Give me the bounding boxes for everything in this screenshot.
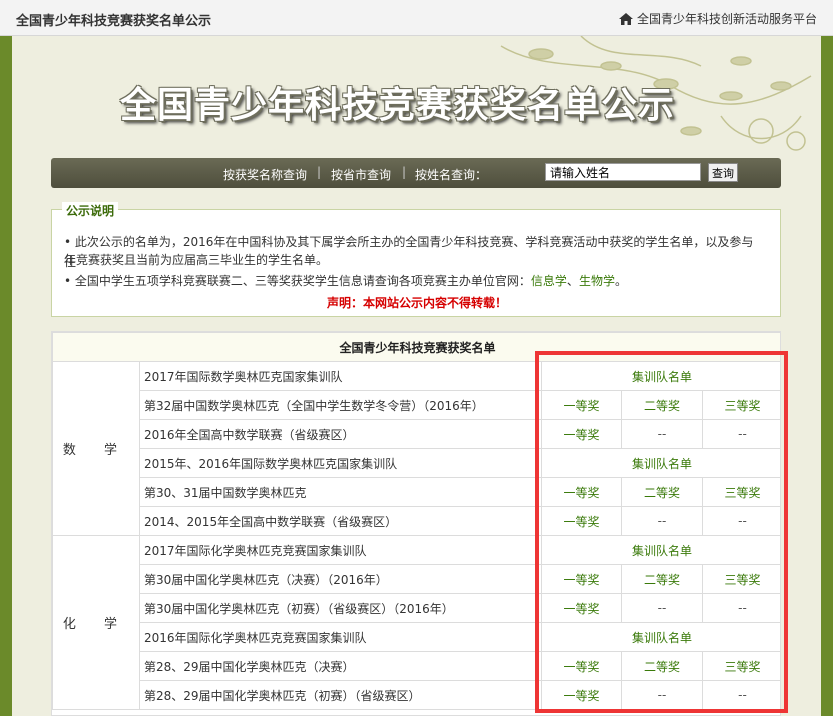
table-row: 2014、2015年全国高中数学联赛（省级赛区） 一等奖 -- -- bbox=[53, 506, 780, 536]
award-table: 全国青少年科技竞赛获奖名单 数 学 2017年国际数学奥林匹克国家集训队 集训队名单… bbox=[52, 332, 780, 710]
first-prize-link[interactable]: 一等奖 bbox=[541, 419, 622, 449]
search-by-award-link[interactable]: 按获奖名称查询 bbox=[223, 166, 307, 183]
table-header-row: 全国青少年科技竞赛获奖名单 bbox=[52, 332, 780, 362]
home-link-label: 全国青少年科技创新活动服务平台 bbox=[636, 12, 817, 26]
second-prize-link[interactable]: 二等奖 bbox=[621, 564, 703, 594]
top-bar: 全国青少年科技竞赛获奖名单公示 全国青少年科技创新活动服务平台 bbox=[0, 0, 833, 36]
empty-award-cell: -- bbox=[701, 506, 780, 536]
team-list-link[interactable]: 集训队名单 bbox=[540, 622, 780, 652]
second-prize-link[interactable]: 二等奖 bbox=[621, 390, 703, 420]
declaration-text: 声明：本网站公示内容不得转载！ bbox=[326, 296, 507, 310]
competition-name: 2016年国际化学奥林匹克竞赛国家集训队 bbox=[139, 622, 542, 652]
frame-right bbox=[821, 36, 833, 716]
empty-award-cell: -- bbox=[621, 593, 703, 623]
notice-comma: 、 bbox=[566, 274, 579, 288]
first-prize-link[interactable]: 一等奖 bbox=[541, 477, 622, 507]
first-prize-link[interactable]: 一等奖 bbox=[541, 390, 622, 420]
table-row: 数 学 2017年国际数学奥林匹克国家集训队 集训队名单 bbox=[52, 361, 780, 536]
competition-name: 第30、31届中国数学奥林匹克 bbox=[139, 477, 542, 507]
competition-name: 2017年国际化学奥林匹克竞赛国家集训队 bbox=[139, 535, 542, 565]
table-row: 第32届中国数学奥林匹克（全国中学生数学冬令营）（2016年） 一等奖 二等奖 三等奖 bbox=[53, 390, 780, 420]
team-list-link[interactable]: 集训队名单 bbox=[540, 535, 780, 565]
competition-name: 2016年全国高中数学联赛（省级赛区） bbox=[139, 419, 542, 449]
first-prize-link[interactable]: 一等奖 bbox=[541, 651, 622, 681]
subject-cell: 数 学 bbox=[52, 361, 140, 536]
empty-award-cell: -- bbox=[701, 419, 780, 449]
competition-name: 第28、29届中国化学奥林匹克（决赛） bbox=[139, 651, 542, 681]
table-row: 第28、29届中国化学奥林匹克（初赛）（省级赛区） 一等奖 -- -- bbox=[53, 680, 780, 710]
notice-line-2: • 全国中学生五项学科竞赛联赛二、三等奖获奖学生信息请查询各项竞赛主办单位官网：… bbox=[64, 271, 764, 291]
competition-name: 2017年国际数学奥林匹克国家集训队 bbox=[139, 361, 542, 391]
search-separator: | bbox=[402, 165, 407, 179]
table-header: 全国青少年科技竞赛获奖名单 bbox=[52, 332, 780, 362]
second-prize-link[interactable]: 二等奖 bbox=[621, 651, 703, 681]
team-list-link[interactable]: 集训队名单 bbox=[540, 448, 780, 478]
table-row: 第30、31届中国数学奥林匹克 一等奖 二等奖 三等奖 bbox=[53, 477, 780, 507]
subject-cell: 化 学 bbox=[52, 535, 140, 710]
first-prize-link[interactable]: 一等奖 bbox=[541, 506, 622, 536]
table-row: 第28、29届中国化学奥林匹克（决赛） 一等奖 二等奖 三等奖 bbox=[53, 651, 780, 681]
third-prize-link[interactable]: 三等奖 bbox=[701, 390, 780, 420]
competition-name: 2015年、2016年国际数学奥林匹克国家集训队 bbox=[139, 448, 542, 478]
notice-period: 。 bbox=[614, 274, 627, 288]
search-by-province-link[interactable]: 按省市查询 bbox=[331, 166, 391, 183]
empty-award-cell: -- bbox=[621, 419, 703, 449]
notice-line-2-text: • 全国中学生五项学科竞赛联赛二、三等奖获奖学生信息请查询各项竞赛主办单位官网： bbox=[64, 274, 531, 288]
search-separator: | bbox=[317, 165, 322, 179]
home-link[interactable]: 全国青少年科技创新活动服务平台 bbox=[618, 10, 817, 27]
notice-line-1-cont: 年竞赛获奖且当前为应届高三毕业生的学生名单。 bbox=[64, 253, 329, 267]
award-table-container: 全国青少年科技竞赛获奖名单 数 学 2017年国际数学奥林匹克国家集训队 集训队名单… bbox=[51, 331, 781, 716]
notice-box: 公示说明 • 此次公示的名单为，2016年在中国科协及其下属学会所主办的全国青少… bbox=[51, 202, 781, 317]
table-row: 2016年国际化学奥林匹克竞赛国家集训队 集训队名单 bbox=[53, 622, 780, 652]
team-list-link[interactable]: 集训队名单 bbox=[540, 361, 780, 391]
third-prize-link[interactable]: 三等奖 bbox=[701, 651, 780, 681]
table-row: 2015年、2016年国际数学奥林匹克国家集训队 集训队名单 bbox=[53, 448, 780, 478]
site-title: 全国青少年科技竞赛获奖名单公示 bbox=[16, 14, 212, 29]
biology-link[interactable]: 生物学 bbox=[579, 274, 615, 288]
first-prize-link[interactable]: 一等奖 bbox=[541, 680, 622, 710]
frame-left bbox=[0, 36, 12, 716]
notice-title: 公示说明 bbox=[62, 202, 119, 219]
search-bar: 按获奖名称查询 | 按省市查询 | 按姓名查询： 查询 bbox=[51, 158, 781, 188]
first-prize-link[interactable]: 一等奖 bbox=[541, 564, 622, 594]
second-prize-link[interactable]: 二等奖 bbox=[621, 477, 703, 507]
empty-award-cell: -- bbox=[701, 593, 780, 623]
table-row: 化 学 2017年国际化学奥林匹克竞赛国家集训队 集训队名单 bbox=[52, 535, 780, 710]
name-search-input[interactable] bbox=[545, 163, 701, 181]
table-row: 2016年全国高中数学联赛（省级赛区） 一等奖 -- -- bbox=[53, 419, 780, 449]
competition-name: 第28、29届中国化学奥林匹克（初赛）（省级赛区） bbox=[139, 680, 542, 710]
table-row: 第30届中国化学奥林匹克（决赛）（2016年） 一等奖 二等奖 三等奖 bbox=[53, 564, 780, 594]
competition-name: 第30届中国化学奥林匹克（初赛）（省级赛区）（2016年） bbox=[139, 593, 542, 623]
search-by-name-label: 按姓名查询： bbox=[415, 168, 488, 182]
first-prize-link[interactable]: 一等奖 bbox=[541, 593, 622, 623]
home-icon bbox=[618, 12, 633, 25]
empty-award-cell: -- bbox=[621, 680, 703, 710]
competition-name: 第30届中国化学奥林匹克（决赛）（2016年） bbox=[139, 564, 542, 594]
third-prize-link[interactable]: 三等奖 bbox=[701, 564, 780, 594]
competition-name: 第32届中国数学奥林匹克（全国中学生数学冬令营）（2016年） bbox=[139, 390, 542, 420]
competition-name: 2014、2015年全国高中数学联赛（省级赛区） bbox=[139, 506, 542, 536]
search-button[interactable]: 查询 bbox=[708, 163, 738, 182]
informatics-link[interactable]: 信息学 bbox=[531, 274, 567, 288]
empty-award-cell: -- bbox=[701, 680, 780, 710]
table-row: 第30届中国化学奥林匹克（初赛）（省级赛区）（2016年） 一等奖 -- -- bbox=[53, 593, 780, 623]
third-prize-link[interactable]: 三等奖 bbox=[701, 477, 780, 507]
empty-award-cell: -- bbox=[621, 506, 703, 536]
banner-title: 全国青少年科技竞赛获奖名单公示 bbox=[120, 84, 676, 126]
